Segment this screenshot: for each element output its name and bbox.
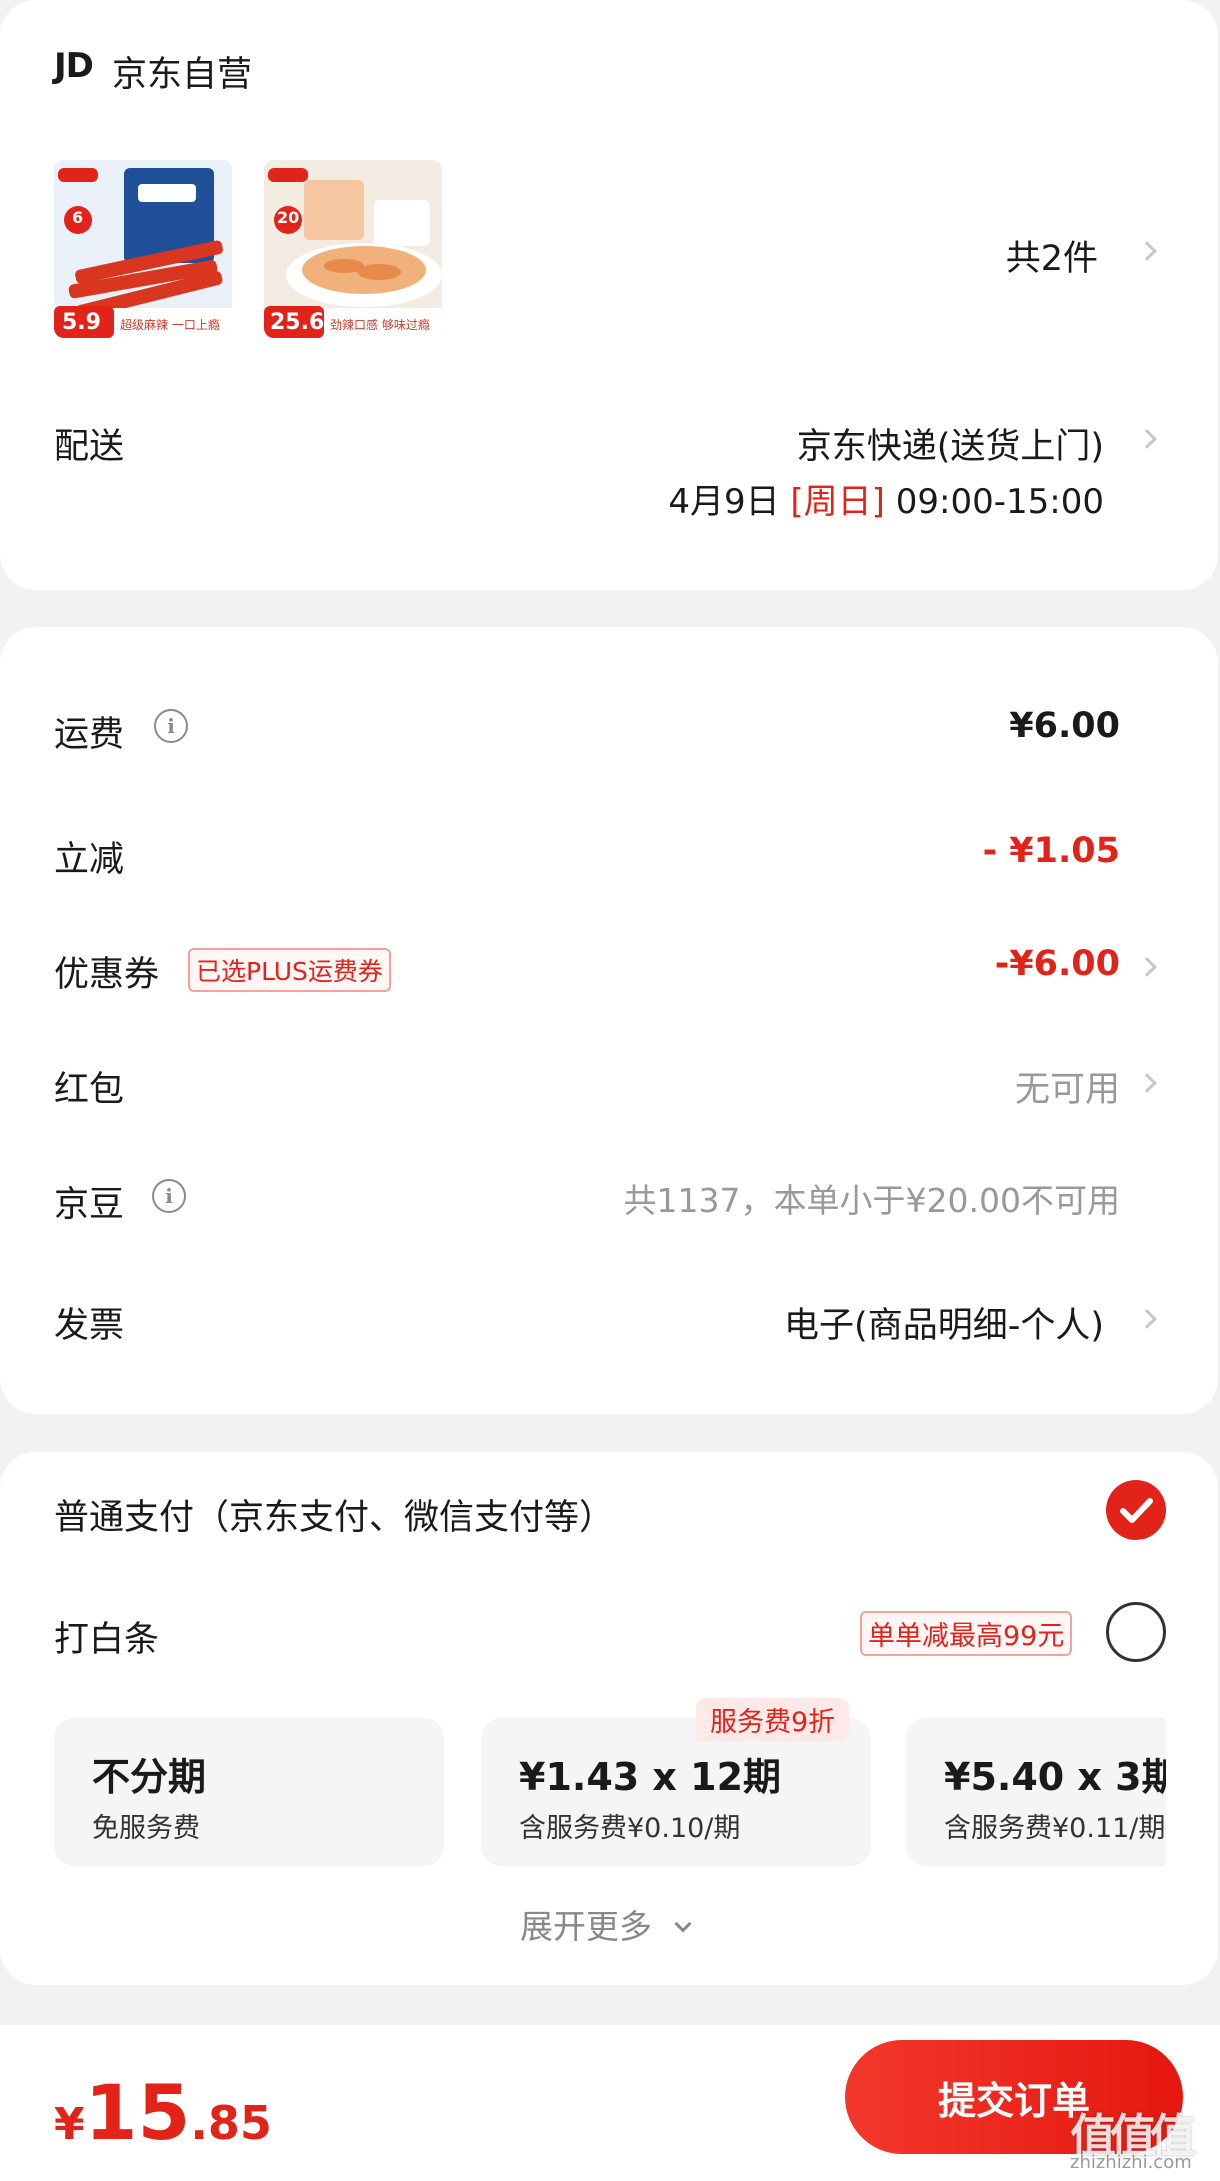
baitiao-label[interactable]: 打白条 xyxy=(54,1611,159,1662)
total-integer: 15 xyxy=(84,2068,191,2157)
coupon-tag: 已选PLUS运费券 xyxy=(188,948,391,992)
expand-more-button[interactable]: 展开更多 xyxy=(520,1900,691,1948)
currency-symbol: ¥ xyxy=(54,2099,85,2150)
delivery-time[interactable]: 4月9日 [周日] 09:00-15:00 xyxy=(668,474,1104,523)
product-badge: 6 xyxy=(72,208,84,227)
plan-subtitle: 含服务费¥0.10/期 xyxy=(519,1813,741,1844)
product-price-tag: 25.6 xyxy=(270,310,325,335)
delivery-weekday: [周日] xyxy=(790,482,885,522)
jd-logo: JD xyxy=(54,46,94,86)
shop-name: 京东自营 xyxy=(112,55,253,95)
info-icon[interactable]: i xyxy=(154,709,188,743)
delivery-date: 4月9日 xyxy=(668,482,780,522)
plan-title: ¥1.43 x 12期 xyxy=(519,1755,782,1799)
plan-subtitle: 含服务费¥0.11/期 xyxy=(944,1813,1166,1844)
normal-payment-label[interactable]: 普通支付（京东支付、微信支付等） xyxy=(54,1489,614,1540)
discount-label: 立减 xyxy=(54,840,125,880)
total-decimal: .85 xyxy=(190,2096,272,2150)
invoice-value[interactable]: 电子(商品明细-个人) xyxy=(784,1297,1104,1348)
chevron-down-icon xyxy=(674,1915,691,1933)
jingdou-value: 共1137，本单小于¥20.00不可用 xyxy=(623,1181,1120,1220)
coupon-value[interactable]: -¥6.00 xyxy=(995,944,1120,984)
total-price: ¥15.85 xyxy=(54,2068,272,2157)
plan-discount-badge: 服务费9折 xyxy=(696,1698,850,1741)
product-caption: 劲辣口感 够味过瘾 xyxy=(330,318,430,332)
plan-option-3[interactable]: ¥5.40 x 3期 含服务费¥0.11/期 xyxy=(906,1718,1166,1866)
coupon-label: 优惠券 xyxy=(54,955,160,995)
plan-subtitle: 免服务费 xyxy=(92,1813,200,1844)
redpacket-label: 红包 xyxy=(54,1070,125,1110)
redpacket-value[interactable]: 无可用 xyxy=(1015,1061,1120,1112)
chevron-right-icon[interactable] xyxy=(1137,241,1157,261)
plan-scroll-viewport: ¥5.40 x 3期 含服务费¥0.11/期 xyxy=(906,1718,1166,1866)
chevron-right-icon[interactable] xyxy=(1137,1309,1157,1329)
product-thumbnail[interactable]: 20 25.6 劲辣口感 够味过瘾 xyxy=(264,160,442,338)
product-caption: 超级麻辣 一口上瘾 xyxy=(120,318,220,332)
delivery-timeslot: 09:00-15:00 xyxy=(895,482,1104,522)
plan-title: ¥5.40 x 3期 xyxy=(944,1755,1166,1799)
shipping-value: ¥6.00 xyxy=(1009,706,1120,746)
baitiao-promo-tag: 单单减最高99元 xyxy=(860,1611,1073,1656)
product-price-tag: 5.9 xyxy=(62,310,101,335)
chevron-right-icon[interactable] xyxy=(1137,957,1157,977)
chevron-right-icon[interactable] xyxy=(1137,1073,1157,1093)
expand-more-label: 展开更多 xyxy=(520,1907,652,1946)
plan-option-none[interactable]: 不分期 免服务费 xyxy=(54,1718,444,1866)
info-icon[interactable]: i xyxy=(152,1179,186,1213)
product-thumbnail[interactable]: 6 5.9 超级麻辣 一口上瘾 xyxy=(54,160,232,338)
shipping-label: 运费 xyxy=(54,715,125,755)
order-items-card: JD 京东自营 6 5.9 超级麻辣 一口上瘾 20 25.6 劲辣口感 够味过… xyxy=(0,0,1218,590)
watermark-url: zhizhizhi.com xyxy=(1070,2152,1192,2173)
fees-card: 运费 i ¥6.00 立减 - ¥1.05 优惠券 已选PLUS运费券 -¥6.… xyxy=(0,627,1218,1414)
item-count[interactable]: 共2件 xyxy=(1006,230,1098,281)
delivery-label: 配送 xyxy=(54,427,125,467)
chevron-right-icon[interactable] xyxy=(1137,429,1157,449)
product-badge: 20 xyxy=(277,208,300,227)
invoice-label: 发票 xyxy=(54,1306,125,1346)
discount-value: - ¥1.05 xyxy=(982,831,1120,871)
baitiao-radio[interactable] xyxy=(1106,1602,1166,1662)
check-icon[interactable] xyxy=(1106,1480,1166,1540)
jingdou-label: 京豆 xyxy=(54,1185,125,1225)
delivery-method[interactable]: 京东快递(送货上门) xyxy=(797,418,1104,469)
plan-title: 不分期 xyxy=(92,1755,207,1799)
